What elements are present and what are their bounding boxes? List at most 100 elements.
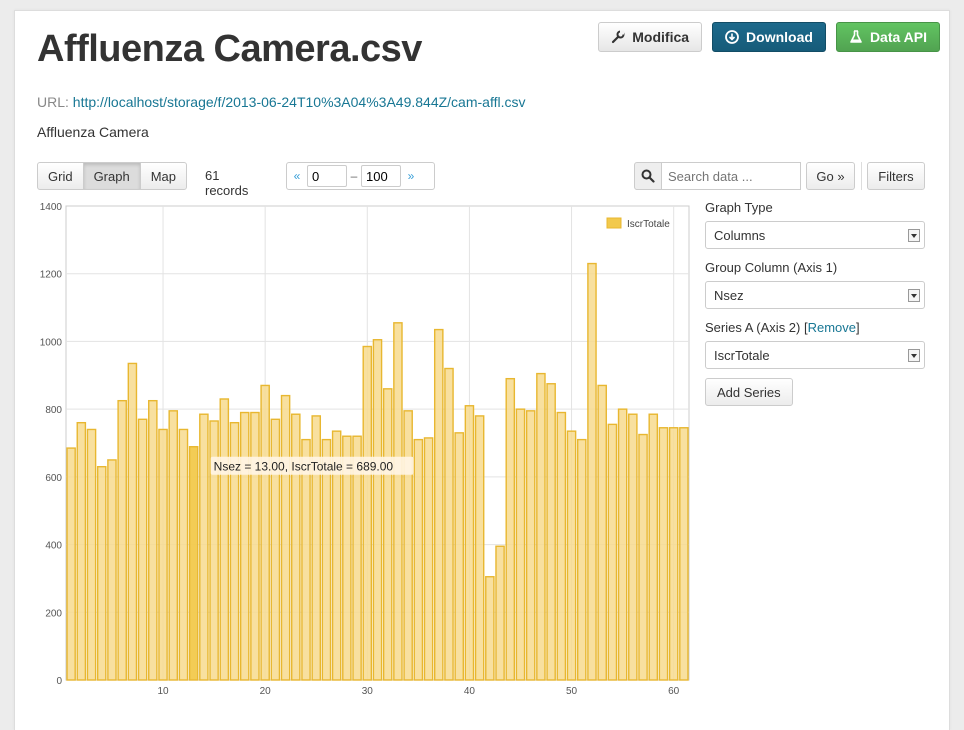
view-map-button[interactable]: Map — [139, 162, 187, 190]
bar-47 — [536, 372, 546, 681]
bar-24 — [301, 438, 311, 681]
go-button[interactable]: Go » — [806, 162, 855, 190]
add-series-button[interactable]: Add Series — [705, 378, 793, 406]
group-column-label: Group Column (Axis 1) — [705, 260, 838, 275]
bar-36 — [423, 437, 434, 681]
pager-prev-button[interactable]: « — [287, 169, 307, 183]
remove-series-link[interactable]: Remove — [808, 320, 856, 335]
bar-26 — [321, 438, 332, 681]
bar-6 — [117, 399, 127, 681]
bar-4 — [96, 466, 107, 681]
bar-13 — [188, 446, 199, 681]
bar-1 — [66, 447, 76, 681]
bar-60 — [668, 427, 679, 681]
bar-30 — [362, 345, 373, 681]
y-tick-label: 1200 — [40, 270, 63, 281]
bar-48 — [546, 383, 556, 681]
chevron-down-icon — [908, 349, 920, 362]
bar-25 — [311, 415, 322, 681]
bar-55 — [617, 408, 628, 681]
x-tick-label: 50 — [566, 686, 578, 697]
filters-button[interactable]: Filters — [867, 162, 925, 190]
bar-20 — [260, 384, 270, 681]
resource-actions: Modifica Download Data API — [598, 22, 940, 52]
pager-to-input[interactable] — [361, 165, 401, 187]
wrench-icon — [611, 30, 625, 44]
url-link[interactable]: http://localhost/storage/f/2013-06-24T10… — [73, 94, 526, 110]
flask-icon — [849, 30, 863, 44]
bar-12 — [178, 428, 189, 681]
page-title: Affluenza Camera.csv — [37, 28, 422, 70]
bar-51 — [576, 438, 587, 681]
url-label: URL: — [37, 94, 69, 110]
bar-14 — [199, 413, 209, 681]
download-circle-icon — [725, 30, 739, 44]
pager: « – » — [286, 162, 435, 190]
bar-45 — [515, 408, 526, 681]
bar-11 — [168, 410, 179, 681]
pager-separator: – — [350, 169, 358, 183]
edit-button[interactable]: Modifica — [598, 22, 703, 52]
bar-22 — [280, 394, 291, 681]
bar-23 — [291, 413, 301, 681]
bar-46 — [525, 410, 536, 681]
bar-40 — [464, 405, 475, 681]
bar-2 — [76, 421, 87, 681]
group-column-value: Nsez — [714, 287, 744, 303]
bar-57 — [638, 433, 648, 681]
series-remove-close: ] — [856, 320, 860, 335]
bar-38 — [444, 367, 454, 681]
group-column-select[interactable]: Nsez — [705, 281, 925, 309]
x-tick-label: 20 — [260, 686, 272, 697]
x-tick-label: 60 — [668, 686, 680, 697]
bar-9 — [148, 399, 158, 681]
series-remove-open: [ — [800, 320, 808, 335]
edit-button-label: Modifica — [632, 29, 690, 45]
bar-32 — [382, 388, 393, 681]
y-tick-label: 600 — [45, 473, 62, 484]
data-api-button[interactable]: Data API — [835, 22, 940, 52]
bar-58 — [648, 413, 659, 681]
pager-next-button[interactable]: » — [401, 169, 421, 183]
view-grid-button[interactable]: Grid — [37, 162, 84, 190]
series-a-label: Series A (Axis 2) — [705, 320, 801, 335]
y-tick-label: 1400 — [40, 202, 63, 213]
x-tick-label: 10 — [157, 686, 169, 697]
chevron-down-icon — [908, 289, 920, 302]
bar-16 — [219, 398, 230, 681]
bar-53 — [597, 384, 607, 681]
bar-19 — [250, 411, 260, 681]
chevron-down-icon — [908, 229, 920, 242]
graph-type-select[interactable]: Columns — [705, 221, 925, 249]
bar-52 — [587, 262, 597, 681]
legend-swatch — [606, 217, 622, 229]
search-input[interactable] — [662, 162, 801, 190]
bar-31 — [372, 339, 383, 681]
bar-54 — [607, 423, 618, 681]
series-a-select[interactable]: IscrTotale — [705, 341, 925, 369]
view-switcher: Grid Graph Map — [37, 162, 187, 190]
download-button[interactable]: Download — [712, 22, 826, 52]
bar-7 — [127, 362, 138, 681]
x-tick-label: 40 — [464, 686, 476, 697]
y-tick-label: 800 — [45, 405, 62, 416]
y-tick-label: 200 — [45, 608, 62, 619]
bar-59 — [658, 427, 669, 681]
bar-42 — [485, 576, 495, 681]
y-tick-label: 0 — [56, 676, 62, 687]
data-api-button-label: Data API — [869, 29, 927, 45]
search-box — [634, 162, 801, 190]
bar-43 — [495, 545, 505, 681]
bar-37 — [433, 328, 444, 681]
pager-from-input[interactable] — [307, 165, 347, 187]
x-tick-label: 30 — [362, 686, 374, 697]
bar-10 — [158, 428, 168, 681]
bar-3 — [86, 428, 97, 681]
tooltip-text: Nsez = 13.00, IscrTotale = 689.00 — [214, 460, 394, 474]
y-tick-label: 1000 — [40, 337, 63, 348]
columns-chart: 0 200 400 600 800 1000 1200 1400 10 20 30 40 50 60 Isc… — [40, 202, 690, 697]
graph-type-value: Columns — [714, 227, 766, 243]
resource-description: Affluenza Camera — [37, 124, 149, 140]
view-graph-button[interactable]: Graph — [82, 162, 141, 190]
download-button-label: Download — [746, 29, 813, 45]
